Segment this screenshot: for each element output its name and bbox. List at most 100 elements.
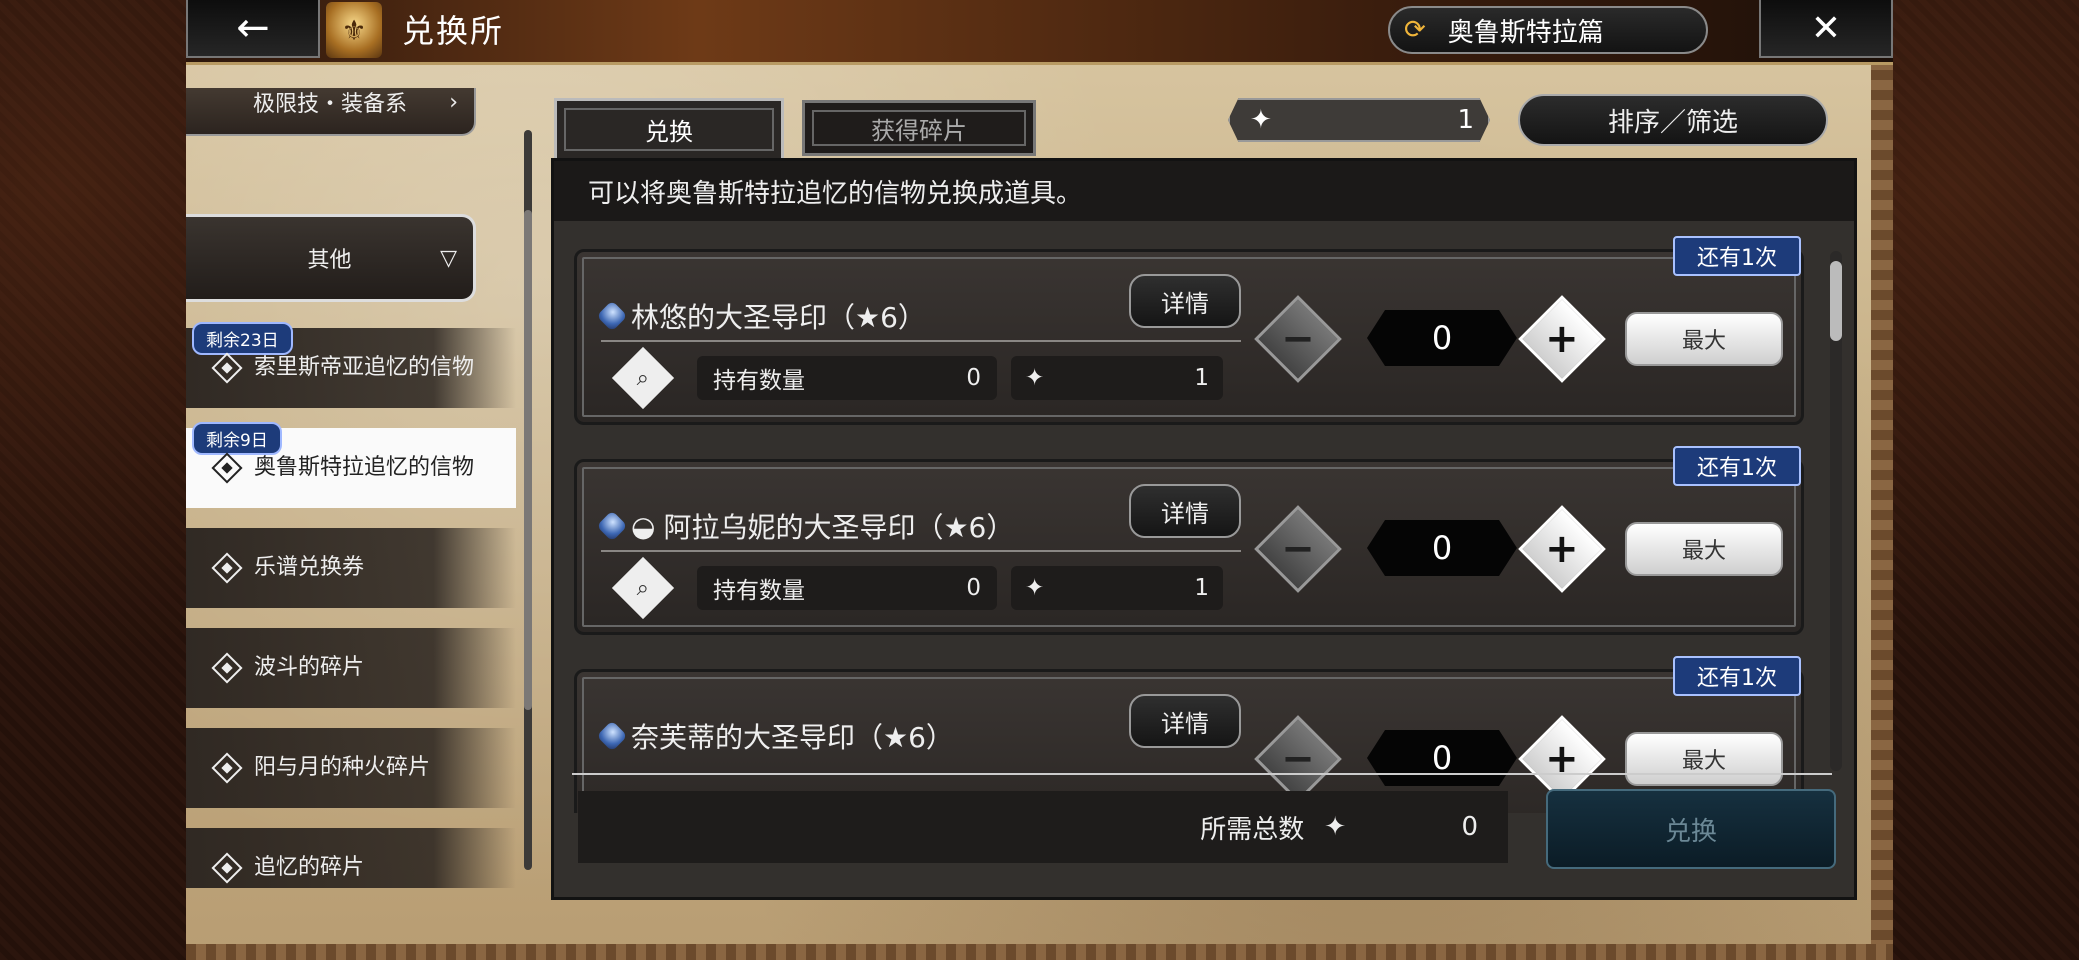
diamond-icon	[211, 552, 243, 584]
diamond-icon	[211, 352, 243, 384]
exchange-item-card: 还有1次 ◒ 阿拉乌妮的大圣导印（★6） 详情 ⌕ 持有数量 0 ✦ 1 − 0…	[574, 446, 1804, 635]
max-label: 最大	[1681, 539, 1726, 564]
quantity-display: 0	[1367, 310, 1517, 366]
owned-count: 持有数量 0	[697, 356, 997, 400]
detail-label: 详情	[1161, 289, 1209, 318]
close-button[interactable]: ✕	[1759, 0, 1893, 58]
sidebar-item-selected[interactable]: 剩余9日 奥鲁斯特拉追忆的信物	[186, 422, 516, 508]
sidebar-item[interactable]: 波斗的碎片	[186, 628, 516, 708]
increase-button[interactable]: +	[1518, 505, 1606, 593]
days-left-badge: 剩余23日	[192, 322, 293, 355]
currency-counter: ✦ 1	[1228, 98, 1490, 142]
total-label: 所需总数	[1200, 814, 1305, 845]
diamond-icon: ✦	[1250, 105, 1272, 135]
sidebar-item-label: 波斗的碎片	[254, 655, 365, 680]
search-icon: ⌕	[636, 365, 650, 391]
tab-get-fragments[interactable]: 获得碎片	[802, 100, 1036, 156]
sidebar-item[interactable]: 追忆的碎片	[186, 828, 516, 888]
detail-button[interactable]: 详情	[1129, 484, 1241, 538]
max-label: 最大	[1681, 749, 1726, 774]
tab-exchange[interactable]: 兑换	[554, 98, 784, 158]
decrease-button[interactable]: −	[1254, 505, 1342, 593]
detail-button[interactable]: 详情	[1129, 694, 1241, 748]
owned-count: 持有数量 0	[697, 566, 997, 610]
total-value: 0	[1461, 812, 1478, 842]
search-icon: ⌕	[636, 575, 650, 601]
exchange-panel: 可以将奥鲁斯特拉追忆的信物兑换成道具。 还有1次 林悠的大圣导印（★6） 详情 …	[551, 158, 1857, 900]
plus-icon: +	[1545, 525, 1579, 572]
sidebar-item-label: 乐谱兑换券	[254, 555, 365, 580]
max-button[interactable]: 最大	[1625, 732, 1783, 786]
exchange-shop-screen: ← ⚜ 兑换所 ⟳ 奥鲁斯特拉篇 ✕ 极限技・装备系 › 其他 ▽ 剩余23日 …	[186, 0, 1893, 960]
page-title: 兑换所	[402, 12, 505, 50]
detail-button[interactable]: 详情	[1129, 274, 1241, 328]
exchange-item-card: 还有1次 林悠的大圣导印（★6） 详情 ⌕ 持有数量 0 ✦ 1 − 0 + 最…	[574, 236, 1804, 425]
diamond-icon	[211, 752, 243, 784]
frame-border-bottom	[186, 944, 1893, 960]
detail-label: 详情	[1161, 709, 1209, 738]
sort-filter-button[interactable]: 排序／筛选	[1518, 94, 1828, 146]
sidebar-item[interactable]: 乐谱兑换券	[186, 528, 516, 608]
frame-border-right	[1871, 60, 1893, 960]
exchange-label: 兑换	[1664, 816, 1717, 847]
back-button[interactable]: ←	[186, 0, 320, 58]
quantity-display: 0	[1367, 520, 1517, 576]
minus-icon: −	[1281, 315, 1315, 362]
sidebar-scrollbar[interactable]	[524, 130, 532, 870]
cost-value: 1	[1194, 575, 1209, 601]
minus-icon: −	[1281, 525, 1315, 572]
category-tab-limit-equipment[interactable]: 极限技・装备系 ›	[186, 88, 476, 136]
chapter-label: 奥鲁斯特拉篇	[1447, 17, 1604, 48]
tab-label: 兑换	[645, 118, 693, 146]
exchange-list: 还有1次 林悠的大圣导印（★6） 详情 ⌕ 持有数量 0 ✦ 1 − 0 + 最…	[554, 221, 1854, 813]
shop-emblem-icon: ⚜	[326, 2, 382, 58]
list-scrollbar[interactable]	[1830, 251, 1842, 771]
sidebar-scroll-thumb[interactable]	[524, 210, 532, 710]
back-arrow-icon: ←	[236, 5, 270, 51]
refresh-icon: ⟳	[1404, 15, 1426, 45]
tab-label: 获得碎片	[871, 116, 967, 145]
sidebar-item[interactable]: 剩余23日 索里斯帝亚追忆的信物	[186, 322, 516, 408]
item-name-row: ◒ 阿拉乌妮的大圣导印（★6）	[596, 506, 1014, 546]
diamond-icon	[211, 852, 243, 884]
cost-display: ✦ 1	[1011, 356, 1223, 400]
exchange-button[interactable]: 兑换	[1546, 789, 1836, 869]
days-left-badge: 剩余9日	[192, 422, 282, 455]
quantity-display: 0	[1367, 730, 1517, 786]
remaining-badge: 还有1次	[1673, 236, 1801, 276]
owned-label: 持有数量	[713, 578, 805, 604]
close-icon: ✕	[1810, 7, 1842, 49]
chevron-down-icon: ▽	[440, 245, 457, 271]
chapter-switch-button[interactable]: ⟳ 奥鲁斯特拉篇	[1388, 6, 1708, 54]
gem-icon	[596, 720, 628, 752]
category-tab-other[interactable]: 其他 ▽	[186, 214, 476, 302]
item-name: 奈芙蒂的大圣导印（★6）	[631, 721, 954, 754]
sidebar-item[interactable]: 阳与月的种火碎片	[186, 728, 516, 808]
item-name-row: 林悠的大圣导印（★6）	[596, 296, 926, 336]
list-scroll-thumb[interactable]	[1830, 261, 1842, 341]
max-button[interactable]: 最大	[1625, 522, 1783, 576]
increase-button[interactable]: +	[1518, 295, 1606, 383]
inspect-button[interactable]: ⌕	[611, 556, 675, 620]
category-tab-label: 其他	[307, 248, 352, 273]
sidebar-item-label: 奥鲁斯特拉追忆的信物	[254, 455, 475, 480]
decrease-button[interactable]: −	[1254, 715, 1342, 803]
plus-icon: +	[1545, 315, 1579, 362]
owned-value: 0	[966, 575, 981, 601]
decrease-button[interactable]: −	[1254, 295, 1342, 383]
cost-display: ✦ 1	[1011, 566, 1223, 610]
category-sidebar: 极限技・装备系 › 其他 ▽ 剩余23日 索里斯帝亚追忆的信物 剩余9日 奥鲁斯…	[186, 88, 516, 888]
detail-label: 详情	[1161, 499, 1209, 528]
right-backdrop	[1893, 0, 2079, 960]
sidebar-item-label: 追忆的碎片	[254, 855, 365, 880]
item-name: 林悠的大圣导印（★6）	[631, 301, 926, 334]
gem-icon	[596, 510, 628, 542]
sidebar-item-label: 索里斯帝亚追忆的信物	[254, 355, 475, 380]
fan-icon: ◒	[631, 509, 656, 543]
divider	[601, 340, 1241, 342]
max-button[interactable]: 最大	[1625, 312, 1783, 366]
diamond-icon: ✦	[1025, 575, 1045, 601]
category-tab-label: 极限技・装备系	[252, 92, 407, 117]
owned-label: 持有数量	[713, 368, 805, 394]
inspect-button[interactable]: ⌕	[611, 346, 675, 410]
